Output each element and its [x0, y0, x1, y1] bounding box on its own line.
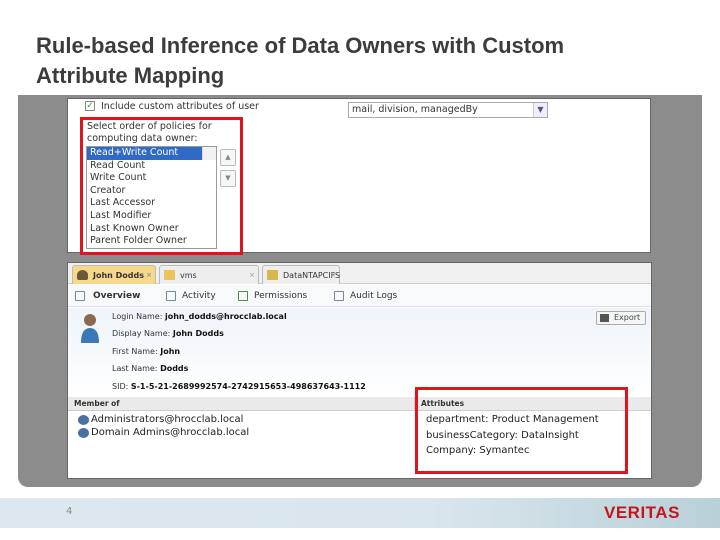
close-icon[interactable]: × — [146, 266, 152, 285]
tab-activity[interactable]: Activity — [166, 285, 216, 307]
save-icon — [600, 314, 609, 322]
tab-audit-logs[interactable]: Audit Logs — [334, 285, 397, 307]
log-icon — [334, 291, 344, 301]
close-icon[interactable]: × — [249, 266, 255, 285]
highlight-box — [80, 117, 243, 255]
page-number: 4 — [66, 506, 73, 517]
member-of-header: Member of — [68, 397, 414, 411]
attributes-combo[interactable]: mail, division, managedBy ▼ — [348, 102, 548, 118]
highlight-box — [415, 387, 628, 474]
list-item[interactable]: Administrators@hrocclab.local — [78, 414, 243, 425]
folder-icon — [164, 270, 175, 280]
veritas-logo: VERITAS — [604, 503, 680, 522]
document-icon — [75, 291, 85, 301]
permissions-icon — [238, 291, 248, 301]
close-icon[interactable]: × — [330, 266, 336, 285]
slide-title: Rule-based Inference of Data Owners with… — [36, 33, 565, 88]
view-toolbar: Overview Activity Permissions Audit Logs — [68, 285, 651, 307]
slide-footer: 4 VERITAS — [0, 498, 720, 528]
tab-permissions[interactable]: Permissions — [238, 285, 307, 307]
user-icon — [77, 270, 88, 280]
export-button[interactable]: Export — [596, 311, 646, 325]
share-icon — [267, 270, 278, 280]
tab-overview[interactable]: Overview — [75, 285, 140, 307]
tab-datantapcifs[interactable]: DataNTAPCIFS × — [262, 265, 340, 284]
chevron-down-icon[interactable]: ▼ — [533, 103, 547, 117]
tab-bar: John Dodds × vms × DataNTAPCIFS × — [68, 263, 651, 284]
list-item[interactable]: Domain Admins@hrocclab.local — [78, 427, 249, 438]
tab-vms[interactable]: vms × — [159, 265, 259, 284]
user-avatar-icon — [81, 314, 99, 343]
include-custom-checkbox[interactable]: ✓ — [85, 101, 95, 111]
user-info: Login Name: john_dodds@hrocclab.local Di… — [68, 308, 651, 396]
include-custom-label: Include custom attributes of user — [101, 101, 259, 112]
chart-icon — [166, 291, 176, 301]
group-icon — [78, 415, 89, 425]
group-icon — [78, 428, 89, 438]
tab-john-dodds[interactable]: John Dodds × — [72, 265, 156, 284]
